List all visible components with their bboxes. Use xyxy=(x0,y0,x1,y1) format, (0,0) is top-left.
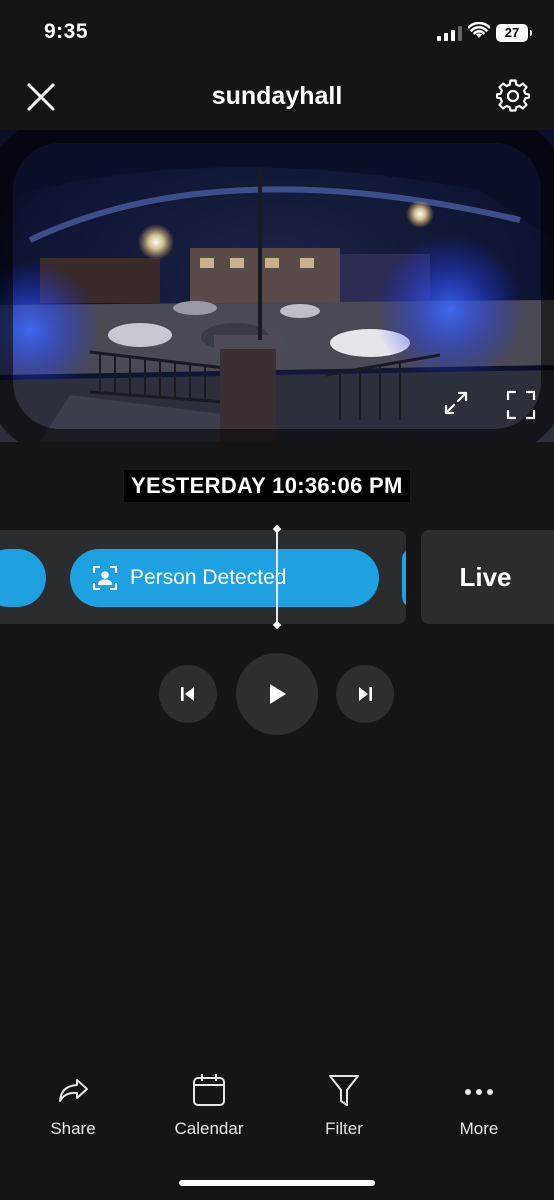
filter-button[interactable]: Filter xyxy=(289,1070,399,1139)
share-button[interactable]: Share xyxy=(18,1070,128,1139)
timeline-playhead[interactable] xyxy=(276,528,278,626)
camera-video[interactable] xyxy=(0,130,554,442)
home-indicator[interactable] xyxy=(179,1180,375,1186)
play-button[interactable] xyxy=(236,653,318,735)
live-label: Live xyxy=(459,561,512,592)
share-icon xyxy=(59,1079,88,1102)
previous-event-pill[interactable] xyxy=(0,549,46,607)
event-label: Person Detected xyxy=(130,566,287,589)
expand-icon[interactable] xyxy=(441,388,471,418)
header: sundayhall xyxy=(0,64,554,130)
more-button[interactable]: More xyxy=(424,1070,534,1139)
skip-forward-icon xyxy=(359,687,372,701)
filter-icon xyxy=(329,1075,359,1106)
cellular-signal-icon xyxy=(437,25,462,41)
person-detected-event[interactable]: Person Detected xyxy=(70,549,379,607)
calendar-label: Calendar xyxy=(174,1119,244,1138)
status-bar: 9:35 27 xyxy=(0,0,554,64)
status-time: 9:35 xyxy=(44,20,89,43)
person-detected-icon xyxy=(93,566,117,590)
previous-event-button[interactable] xyxy=(159,665,217,723)
filter-label: Filter xyxy=(325,1119,363,1138)
wifi-icon xyxy=(468,22,490,38)
calendar-icon xyxy=(193,1074,225,1106)
next-event-button[interactable] xyxy=(336,665,394,723)
play-icon xyxy=(270,684,286,704)
live-button[interactable]: Live xyxy=(421,530,554,624)
bottom-toolbar: Share Calendar Filter More xyxy=(0,1070,554,1150)
share-label: Share xyxy=(50,1119,96,1138)
event-timeline[interactable]: Person Detected xyxy=(0,530,406,624)
more-icon xyxy=(465,1089,493,1095)
fullscreen-icon[interactable] xyxy=(506,390,536,420)
event-timestamp: YESTERDAY 10:36:06 PM xyxy=(124,470,410,502)
page-title: sundayhall xyxy=(211,82,343,110)
more-label: More xyxy=(459,1119,499,1138)
calendar-button[interactable]: Calendar xyxy=(154,1070,264,1139)
battery-icon: 27 xyxy=(496,24,532,42)
gear-icon[interactable] xyxy=(496,79,530,113)
battery-level: 27 xyxy=(504,25,520,40)
skip-back-icon xyxy=(181,687,194,701)
next-event-pill[interactable] xyxy=(402,549,406,607)
